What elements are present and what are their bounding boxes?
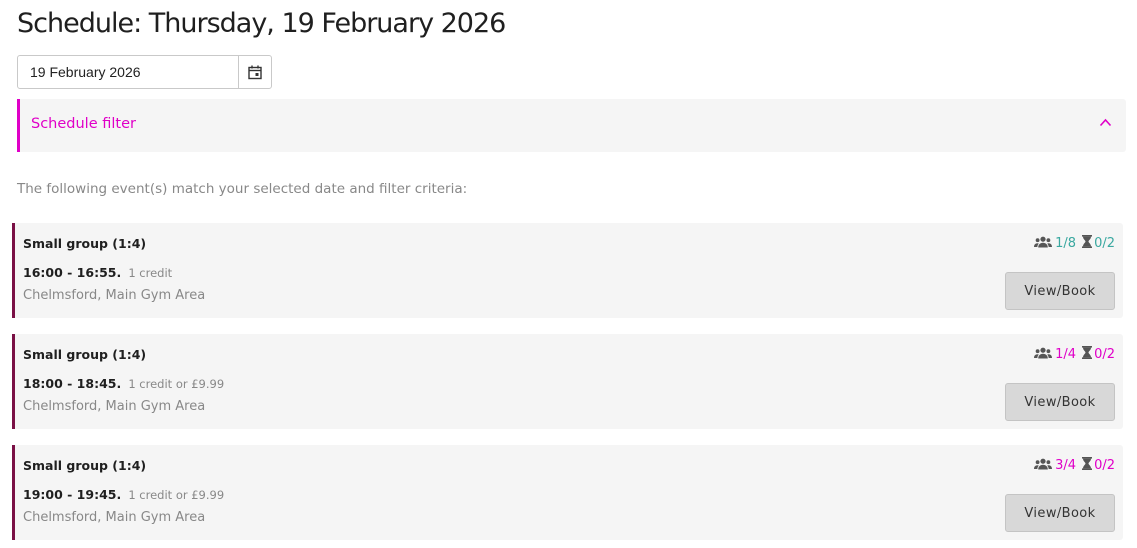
waitlist-count: 0/2: [1094, 236, 1115, 251]
schedule-filter-panel[interactable]: Schedule filter: [17, 99, 1126, 152]
people-icon: [1034, 236, 1053, 252]
event-card: Small group (1:4) 16:00 - 16:55. 1 credit…: [12, 223, 1123, 318]
event-capacity: 1/4 0/2: [1034, 346, 1115, 363]
date-input[interactable]: [18, 56, 238, 88]
event-title: Small group (1:4): [23, 347, 147, 362]
event-location: Chelmsford, Main Gym Area: [23, 510, 206, 525]
chevron-up-icon[interactable]: [1099, 118, 1112, 127]
event-title: Small group (1:4): [23, 458, 147, 473]
results-intro-text: The following event(s) match your select…: [17, 181, 468, 197]
event-card: Small group (1:4) 19:00 - 19:45. 1 credit…: [12, 445, 1123, 540]
event-card: Small group (1:4) 18:00 - 18:45. 1 credit…: [12, 334, 1123, 429]
event-time-row: 16:00 - 16:55. 1 credit: [23, 262, 172, 281]
schedule-filter-label: Schedule filter: [31, 116, 136, 132]
view-book-button[interactable]: View/Book: [1005, 383, 1115, 421]
calendar-icon: [248, 65, 262, 79]
event-location: Chelmsford, Main Gym Area: [23, 399, 206, 414]
event-time: 18:00 - 18:45.: [23, 376, 122, 391]
hourglass-icon: [1082, 346, 1093, 363]
event-title: Small group (1:4): [23, 236, 147, 251]
event-time-row: 18:00 - 18:45. 1 credit or £9.99: [23, 373, 224, 392]
event-capacity: 1/8 0/2: [1034, 235, 1115, 252]
schedule-page: Schedule: Thursday, 19 February 2026 Sch…: [0, 0, 1137, 548]
event-price: 1 credit: [128, 266, 173, 280]
attendee-count: 1/4: [1055, 347, 1077, 362]
hourglass-icon: [1082, 235, 1093, 252]
waitlist-count: 0/2: [1094, 458, 1115, 473]
waitlist-count: 0/2: [1094, 347, 1115, 362]
attendee-count: 3/4: [1055, 458, 1077, 473]
event-capacity: 3/4 0/2: [1034, 457, 1115, 474]
event-price: 1 credit or £9.99: [128, 377, 225, 391]
page-title: Schedule: Thursday, 19 February 2026: [17, 8, 506, 39]
people-icon: [1034, 458, 1053, 474]
calendar-button[interactable]: [238, 56, 271, 88]
event-location: Chelmsford, Main Gym Area: [23, 288, 206, 303]
view-book-button[interactable]: View/Book: [1005, 494, 1115, 532]
attendee-count: 1/8: [1055, 236, 1077, 251]
event-time: 19:00 - 19:45.: [23, 487, 122, 502]
hourglass-icon: [1082, 457, 1093, 474]
event-time-row: 19:00 - 19:45. 1 credit or £9.99: [23, 484, 224, 503]
people-icon: [1034, 347, 1053, 363]
event-price: 1 credit or £9.99: [128, 488, 225, 502]
date-picker: [17, 55, 272, 89]
view-book-button[interactable]: View/Book: [1005, 272, 1115, 310]
event-time: 16:00 - 16:55.: [23, 265, 122, 280]
